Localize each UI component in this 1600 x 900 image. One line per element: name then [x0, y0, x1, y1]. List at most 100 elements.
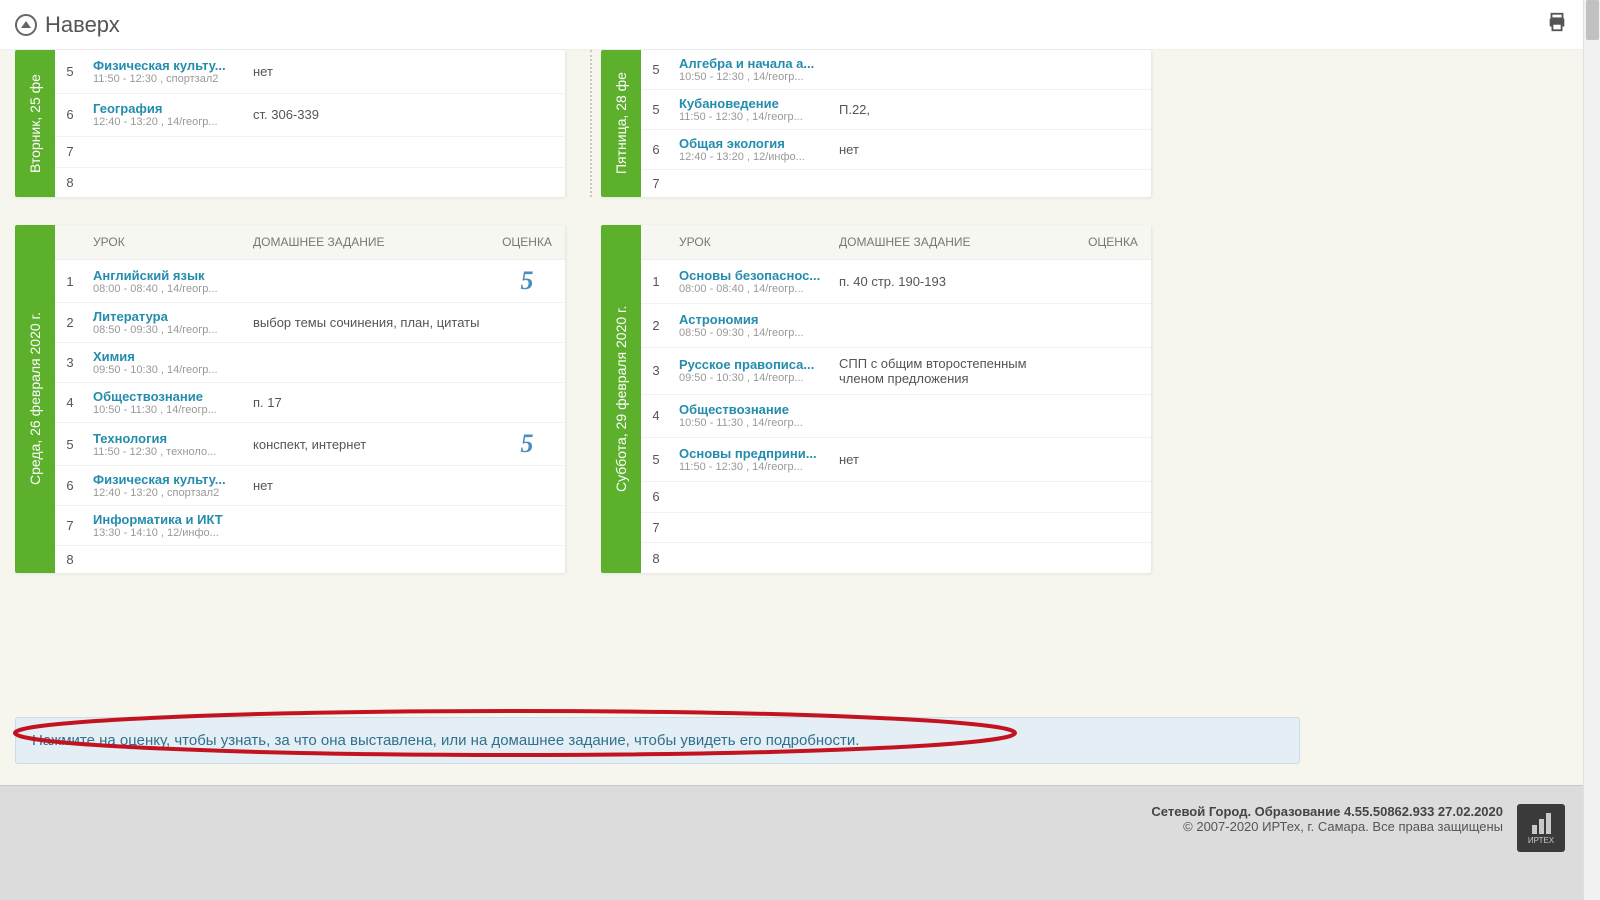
- subject-link[interactable]: Химия: [93, 349, 237, 364]
- day-table-tue: 5Физическая культу...11:50 - 12:30 , спо…: [55, 50, 565, 197]
- lesson-number: 1: [641, 260, 671, 304]
- homework-cell[interactable]: П.22,: [831, 90, 1075, 130]
- homework-cell[interactable]: ст. 306-339: [245, 93, 489, 137]
- homework-cell[interactable]: нет: [831, 438, 1075, 482]
- homework-cell[interactable]: конспект, интернет: [245, 423, 489, 466]
- subject-link[interactable]: Физическая культу...: [93, 472, 237, 487]
- time-place: 12:40 - 13:20 , 14/геогр...: [93, 116, 237, 128]
- lesson-cell: Общая экология12:40 - 13:20 , 12/инфо...: [671, 130, 831, 170]
- lesson-number: 7: [641, 170, 671, 198]
- lesson-cell: Основы предприни...11:50 - 12:30 , 14/ге…: [671, 438, 831, 482]
- lesson-number: 2: [55, 303, 85, 343]
- homework-cell[interactable]: п. 40 стр. 190-193: [831, 260, 1075, 304]
- day-card-sat: Суббота, 29 февраля 2020 г. УРОК ДОМАШНЕ…: [601, 225, 1151, 573]
- content: Вторник, 25 фе 5Физическая культу...11:5…: [0, 50, 1583, 785]
- lesson-number: 4: [641, 394, 671, 438]
- lesson-cell: Кубановедение11:50 - 12:30 , 14/геогр...: [671, 90, 831, 130]
- subject-link[interactable]: Обществознание: [679, 402, 823, 417]
- lesson-number: 3: [641, 347, 671, 394]
- grade-cell: [489, 343, 565, 383]
- grade-cell: [1075, 482, 1151, 513]
- lesson-number: 8: [641, 543, 671, 573]
- grade-cell: [1075, 130, 1151, 170]
- homework-cell: [245, 343, 489, 383]
- subject-link[interactable]: Обществознание: [93, 389, 237, 404]
- homework-cell[interactable]: п. 17: [245, 383, 489, 423]
- grade-value: 5: [521, 266, 534, 295]
- subject-link[interactable]: Английский язык: [93, 268, 237, 283]
- grade-cell: [489, 506, 565, 546]
- subject-link[interactable]: Физическая культу...: [93, 58, 237, 73]
- table-row: 8: [55, 167, 565, 197]
- lesson-number: 6: [641, 482, 671, 513]
- day-label: Пятница, 28 фе: [601, 50, 641, 197]
- lesson-cell: [85, 546, 245, 574]
- homework-cell[interactable]: выбор темы сочинения, план, цитаты: [245, 303, 489, 343]
- lesson-cell: Литература08:50 - 09:30 , 14/геогр...: [85, 303, 245, 343]
- lesson-cell: География12:40 - 13:20 , 14/геогр...: [85, 93, 245, 137]
- subject-link[interactable]: Алгебра и начала а...: [679, 56, 823, 71]
- grade-cell[interactable]: 5: [489, 423, 565, 466]
- grade-cell: [1075, 438, 1151, 482]
- up-button[interactable]: Наверх: [15, 12, 120, 38]
- homework-cell[interactable]: нет: [245, 466, 489, 506]
- subject-link[interactable]: Технология: [93, 431, 237, 446]
- subject-link[interactable]: Русское правописа...: [679, 357, 823, 372]
- grade-cell[interactable]: 5: [489, 260, 565, 303]
- grade-cell: [1075, 260, 1151, 304]
- topbar: Наверх: [0, 0, 1583, 50]
- scrollbar[interactable]: [1583, 0, 1600, 900]
- table-row: 4Обществознание10:50 - 11:30 , 14/геогр.…: [55, 383, 565, 423]
- table-row: 7Информатика и ИКТ13:30 - 14:10 , 12/инф…: [55, 506, 565, 546]
- lesson-cell: [85, 137, 245, 167]
- homework-cell: [831, 303, 1075, 347]
- table-row: 7: [641, 170, 1151, 198]
- homework-cell[interactable]: нет: [831, 130, 1075, 170]
- homework-cell[interactable]: нет: [245, 50, 489, 93]
- subject-link[interactable]: Основы безопаснос...: [679, 268, 823, 283]
- homework-text: нет: [253, 478, 273, 493]
- day-table-sat: УРОК ДОМАШНЕЕ ЗАДАНИЕ ОЦЕНКА 1Основы без…: [641, 225, 1151, 573]
- table-row: 3Химия09:50 - 10:30 , 14/геогр...: [55, 343, 565, 383]
- homework-text: ст. 306-339: [253, 107, 319, 122]
- lesson-number: 7: [55, 137, 85, 167]
- subject-link[interactable]: Литература: [93, 309, 237, 324]
- subject-link[interactable]: Информатика и ИКТ: [93, 512, 237, 527]
- lesson-number: 5: [641, 90, 671, 130]
- print-icon[interactable]: [1546, 11, 1568, 39]
- grade-cell: [1075, 394, 1151, 438]
- subject-link[interactable]: Астрономия: [679, 312, 823, 327]
- lesson-cell: Информатика и ИКТ13:30 - 14:10 , 12/инфо…: [85, 506, 245, 546]
- homework-cell: [245, 506, 489, 546]
- time-place: 09:50 - 10:30 , 14/геогр...: [679, 372, 823, 384]
- homework-cell[interactable]: СПП с общим второстепенным членом предло…: [831, 347, 1075, 394]
- table-row: 5Алгебра и начала а...10:50 - 12:30 , 14…: [641, 50, 1151, 90]
- subject-link[interactable]: География: [93, 101, 237, 116]
- subject-link[interactable]: Кубановедение: [679, 96, 823, 111]
- up-label: Наверх: [45, 12, 120, 38]
- subject-link[interactable]: Основы предприни...: [679, 446, 823, 461]
- time-place: 10:50 - 11:30 , 14/геогр...: [679, 417, 823, 429]
- scrollbar-thumb[interactable]: [1586, 0, 1599, 40]
- lesson-number: 6: [55, 93, 85, 137]
- header-grade: ОЦЕНКА: [489, 225, 565, 260]
- homework-cell: [831, 394, 1075, 438]
- day-label: Вторник, 25 фе: [15, 50, 55, 197]
- lesson-cell: Химия09:50 - 10:30 , 14/геогр...: [85, 343, 245, 383]
- header-lesson: УРОК: [671, 225, 831, 260]
- info-box-wrap: Нажмите на оценку, чтобы узнать, за что …: [15, 717, 1300, 764]
- header-homework: ДОМАШНЕЕ ЗАДАНИЕ: [245, 225, 489, 260]
- time-place: 10:50 - 11:30 , 14/геогр...: [93, 404, 237, 416]
- lesson-number: 5: [641, 438, 671, 482]
- info-box: Нажмите на оценку, чтобы узнать, за что …: [15, 717, 1300, 764]
- homework-cell: [831, 170, 1075, 198]
- lesson-number: 1: [55, 260, 85, 303]
- grade-cell: [1075, 303, 1151, 347]
- subject-link[interactable]: Общая экология: [679, 136, 823, 151]
- day-label: Суббота, 29 февраля 2020 г.: [601, 225, 641, 573]
- lesson-number: 6: [55, 466, 85, 506]
- table-row: 8: [55, 546, 565, 574]
- lesson-number: 8: [55, 167, 85, 197]
- homework-cell: [831, 512, 1075, 543]
- grade-cell: [1075, 512, 1151, 543]
